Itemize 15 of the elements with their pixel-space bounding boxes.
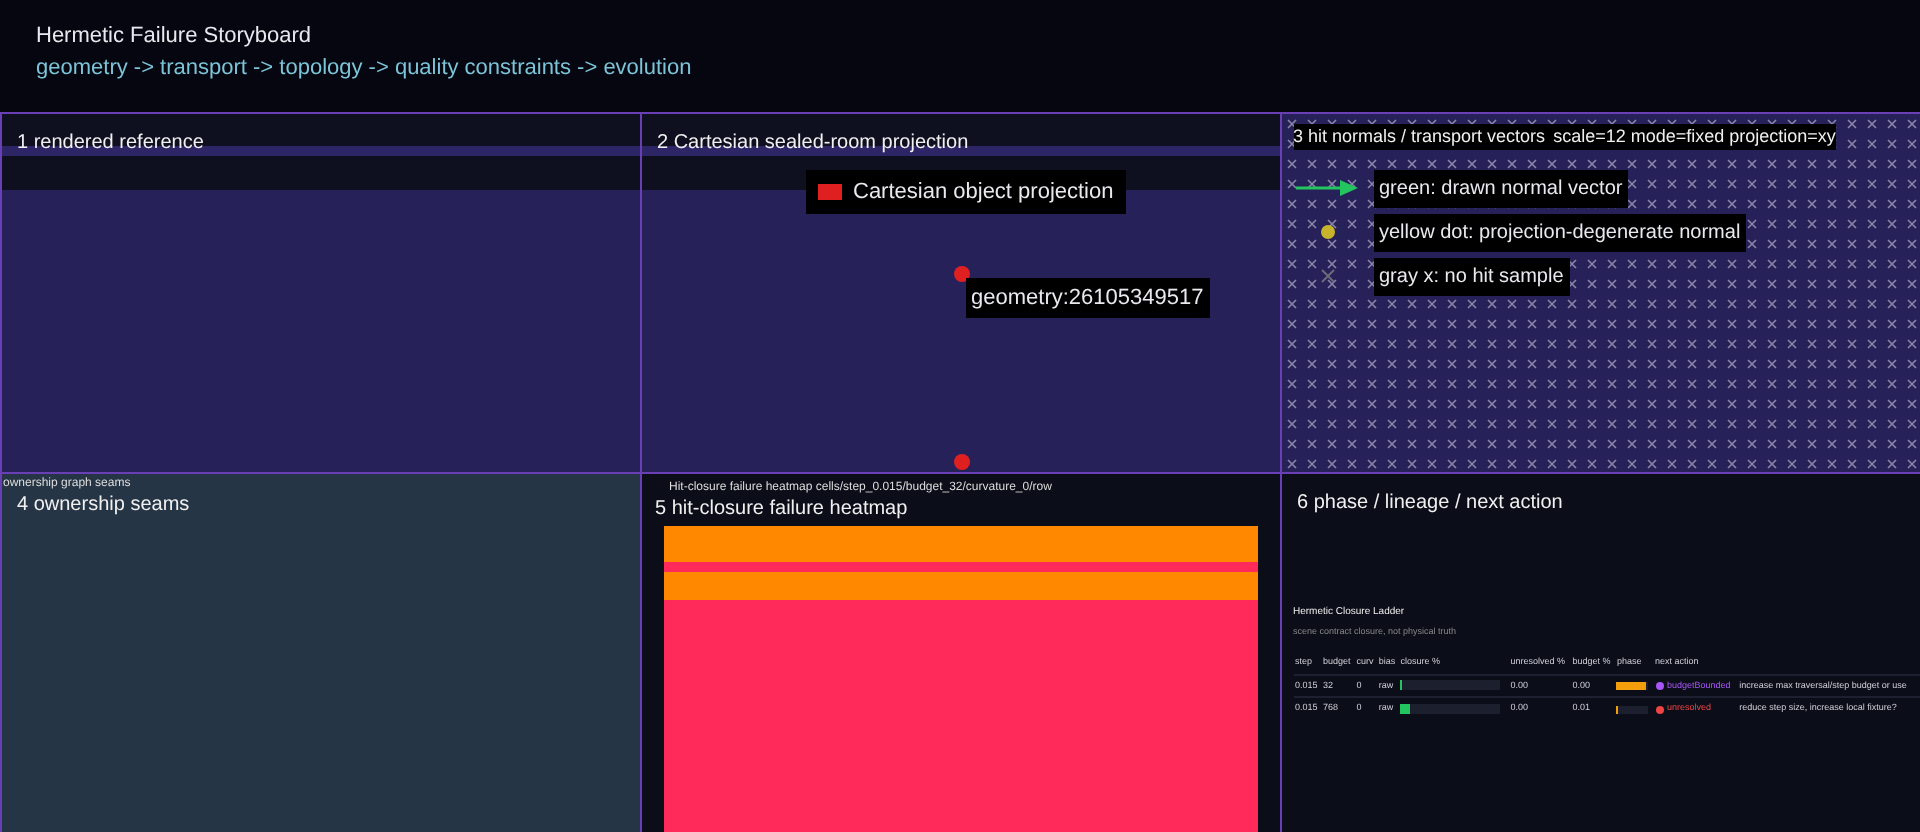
point-label: geometry:26105349517 <box>965 277 1210 318</box>
point-marker <box>953 453 969 469</box>
panel-title: 4 ownership seams <box>17 491 190 519</box>
panel-title: 3 hit normals / transport vectors <box>1293 123 1546 150</box>
legend-label: yellow dot: projection-degenerate normal <box>1373 213 1747 251</box>
legend-label: Cartesian object projection <box>853 177 1114 207</box>
panel-title: 6 phase / lineage / next action <box>1297 489 1563 517</box>
panel-title: 1 rendered reference <box>17 129 204 157</box>
page-title: Hermetic Failure Storyboard <box>36 22 314 50</box>
point-marker <box>953 265 969 281</box>
legend-label: gray x: no hit sample <box>1373 257 1570 295</box>
legend-label: green: drawn normal vector <box>1373 169 1629 207</box>
pipeline-breadcrumb: geometry -> transport -> topology -> quality constraints -> evolution <box>36 54 694 82</box>
panel-caption: scale=12 mode=fixed projection=xy <box>1553 123 1836 150</box>
panel-title: 2 Cartesian sealed-room projection <box>657 129 969 157</box>
